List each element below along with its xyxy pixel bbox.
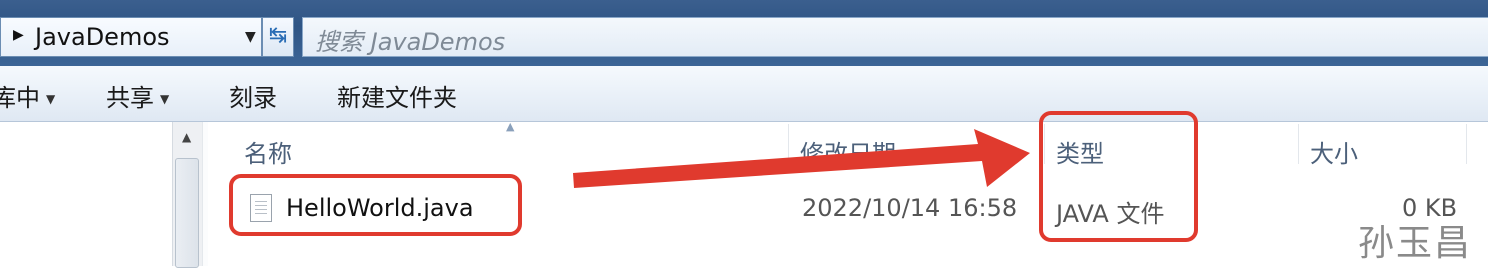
watermark: 孙玉昌 xyxy=(1358,223,1473,264)
arrow-icon xyxy=(573,129,1030,188)
annotation-arrow xyxy=(573,129,1030,188)
